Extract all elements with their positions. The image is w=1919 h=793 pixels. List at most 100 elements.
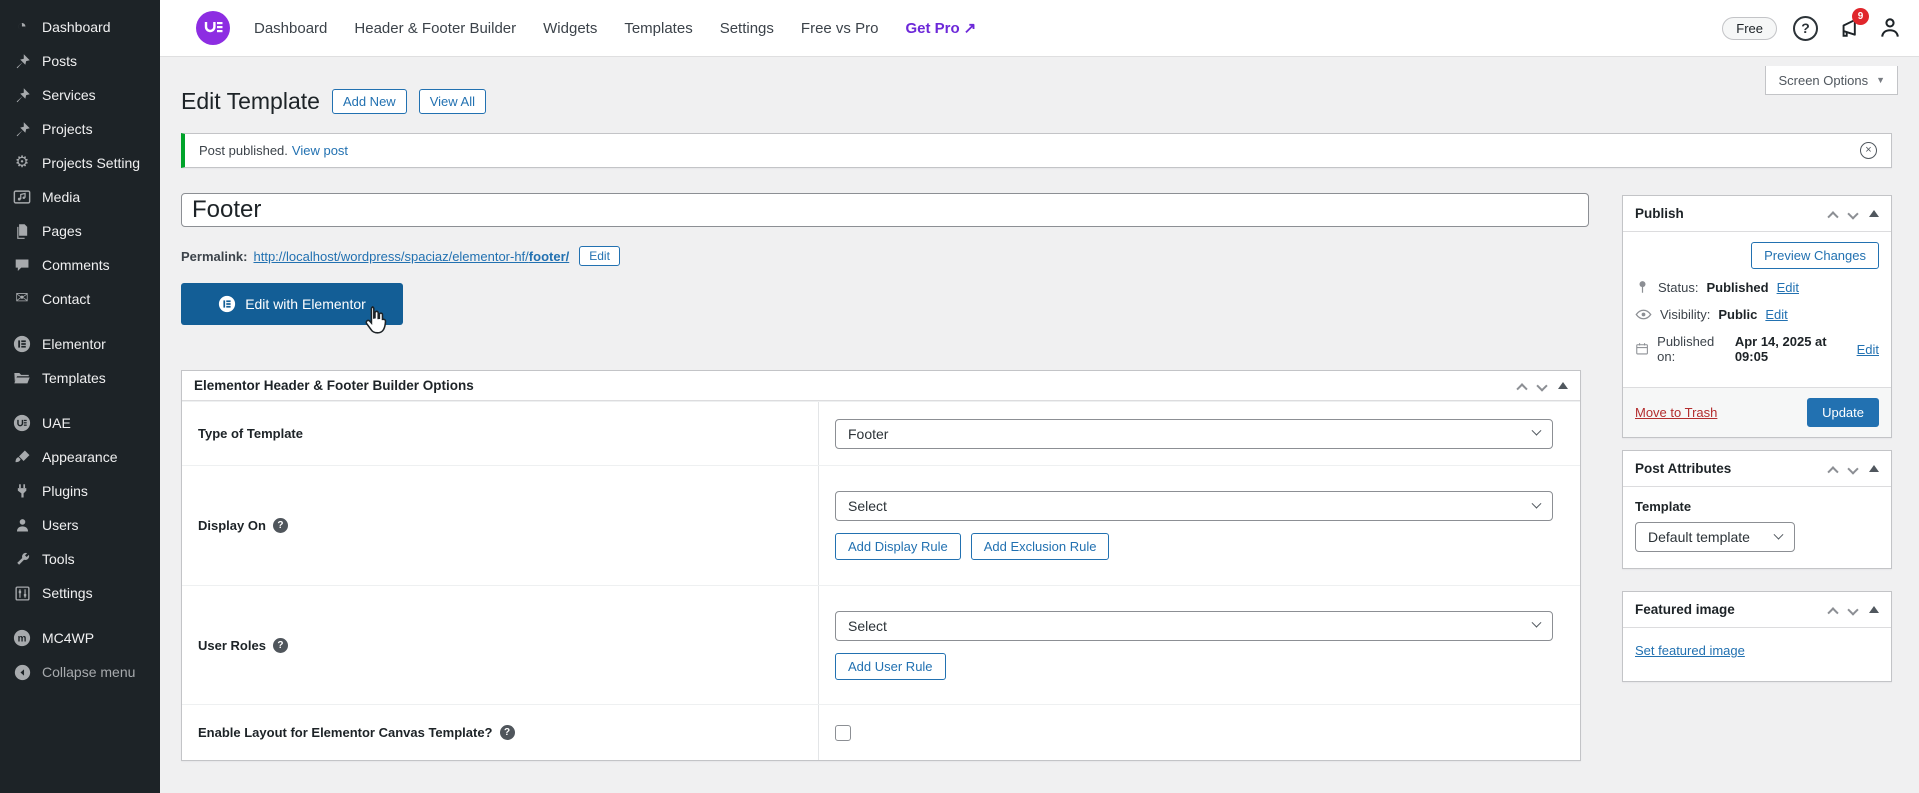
published-on-row: Published on: Apr 14, 2025 at 09:05 Edit	[1635, 334, 1879, 364]
account-icon[interactable]	[1877, 15, 1903, 41]
view-all-button[interactable]: View All	[419, 89, 486, 114]
status-value: Published	[1706, 280, 1768, 295]
publish-box-title: Publish	[1635, 206, 1684, 221]
publish-actions: Move to Trash Update	[1623, 387, 1891, 437]
help-icon[interactable]: ?	[273, 518, 288, 533]
external-link-icon: ↗	[964, 19, 977, 37]
top-nav: Dashboard Header & Footer Builder Widget…	[254, 19, 976, 37]
help-icon[interactable]: ?	[1793, 16, 1818, 41]
edit-permalink-button[interactable]: Edit	[579, 246, 620, 266]
help-icon[interactable]: ?	[273, 638, 288, 653]
sidebar-item-contact[interactable]: ✉ Contact	[0, 282, 160, 316]
move-down-icon[interactable]	[1847, 463, 1858, 474]
sidebar-item-posts[interactable]: Posts	[0, 44, 160, 78]
sidebar-separator	[0, 316, 160, 327]
hfb-options-metabox: Elementor Header & Footer Builder Option…	[181, 370, 1581, 761]
preview-changes-button[interactable]: Preview Changes	[1751, 242, 1879, 269]
set-featured-image-link[interactable]: Set featured image	[1635, 643, 1745, 658]
post-title-input[interactable]	[181, 193, 1589, 227]
visibility-row: Visibility: Public Edit	[1635, 306, 1879, 323]
top-nav-templates[interactable]: Templates	[624, 20, 692, 37]
edit-published-link[interactable]: Edit	[1857, 342, 1879, 357]
elementor-icon	[12, 334, 32, 354]
add-exclusion-rule-button[interactable]: Add Exclusion Rule	[971, 533, 1110, 560]
help-icon[interactable]: ?	[500, 725, 515, 740]
toggle-panel-icon[interactable]	[1869, 465, 1879, 472]
sidebar-item-comments[interactable]: Comments	[0, 248, 160, 282]
publish-box: Publish Preview Changes Status: Publishe…	[1622, 195, 1892, 438]
sidebar-item-tools[interactable]: Tools	[0, 542, 160, 576]
field-label: Enable Layout for Elementor Canvas Templ…	[198, 725, 493, 740]
gear-icon: ⚙	[12, 153, 32, 173]
move-up-icon[interactable]	[1827, 211, 1838, 222]
sidebar-item-users[interactable]: Users	[0, 508, 160, 542]
template-label: Template	[1635, 499, 1879, 514]
top-nav-settings[interactable]: Settings	[720, 20, 774, 37]
sidebar-item-services[interactable]: Services	[0, 78, 160, 112]
add-user-rule-button[interactable]: Add User Rule	[835, 653, 946, 680]
type-of-template-select[interactable]: Footer	[835, 419, 1553, 449]
field-label: User Roles	[198, 638, 266, 653]
move-up-icon[interactable]	[1827, 607, 1838, 618]
sidebar-item-pages[interactable]: Pages	[0, 214, 160, 248]
display-on-select[interactable]: Select	[835, 491, 1553, 521]
user-roles-select[interactable]: Select	[835, 611, 1553, 641]
view-post-link[interactable]: View post	[292, 143, 348, 158]
canvas-template-checkbox[interactable]	[835, 725, 851, 741]
published-value: Apr 14, 2025 at 09:05	[1735, 334, 1849, 364]
toggle-panel-icon[interactable]	[1558, 382, 1568, 389]
sidebar-item-dashboard[interactable]: ◔ Dashboard	[0, 10, 160, 44]
edit-status-link[interactable]: Edit	[1777, 280, 1799, 295]
add-display-rule-button[interactable]: Add Display Rule	[835, 533, 961, 560]
sidebar-item-plugins[interactable]: Plugins	[0, 474, 160, 508]
sidebar-item-projects[interactable]: Projects	[0, 112, 160, 146]
edit-with-elementor-button[interactable]: Edit with Elementor	[181, 283, 403, 325]
permalink-label: Permalink:	[181, 249, 247, 264]
move-down-icon[interactable]	[1847, 208, 1858, 219]
sidebar-item-projects-setting[interactable]: ⚙ Projects Setting	[0, 146, 160, 180]
screen-options-button[interactable]: Screen Options ▼	[1765, 66, 1898, 95]
sidebar-separator	[0, 610, 160, 621]
move-up-icon[interactable]	[1827, 466, 1838, 477]
top-nav-header-footer-builder[interactable]: Header & Footer Builder	[354, 20, 516, 37]
top-bar-right: Free ? 9	[1722, 0, 1903, 56]
user-icon	[12, 515, 32, 535]
plug-icon	[12, 481, 32, 501]
top-nav-widgets[interactable]: Widgets	[543, 20, 597, 37]
move-up-icon[interactable]	[1516, 383, 1527, 394]
sidebar-item-templates[interactable]: Templates	[0, 361, 160, 395]
toggle-panel-icon[interactable]	[1869, 606, 1879, 613]
sidebar-item-settings[interactable]: Settings	[0, 576, 160, 610]
permalink-link[interactable]: http://localhost/wordpress/spaciaz/eleme…	[253, 249, 569, 264]
brush-icon	[12, 447, 32, 467]
pin-icon	[12, 119, 32, 139]
page-template-select[interactable]: Default template	[1635, 522, 1795, 552]
field-label: Display On	[198, 518, 266, 533]
toggle-panel-icon[interactable]	[1869, 210, 1879, 217]
chevron-down-icon	[1532, 618, 1542, 628]
sidebar-item-elementor[interactable]: Elementor	[0, 327, 160, 361]
edit-visibility-link[interactable]: Edit	[1765, 307, 1787, 322]
add-new-button[interactable]: Add New	[332, 89, 407, 114]
pin-icon	[1635, 280, 1650, 295]
pin-icon	[12, 51, 32, 71]
move-down-icon[interactable]	[1536, 380, 1547, 391]
top-nav-dashboard[interactable]: Dashboard	[254, 20, 327, 37]
sidebar-item-mc4wp[interactable]: m MC4WP	[0, 621, 160, 655]
dismiss-notice-icon[interactable]: ×	[1860, 142, 1877, 159]
sidebar-item-uae[interactable]: UAE	[0, 406, 160, 440]
top-nav-free-vs-pro[interactable]: Free vs Pro	[801, 20, 879, 37]
collapse-icon	[12, 662, 32, 682]
comments-icon	[12, 255, 32, 275]
move-down-icon[interactable]	[1847, 604, 1858, 615]
row-display-on: Display On ? Select Add Display Rule Add…	[182, 465, 1580, 585]
sidebar-item-media[interactable]: Media	[0, 180, 160, 214]
get-pro-link[interactable]: Get Pro ↗	[905, 19, 976, 37]
sidebar-item-appearance[interactable]: Appearance	[0, 440, 160, 474]
sidebar-item-collapse-menu[interactable]: Collapse menu	[0, 655, 160, 689]
move-to-trash-link[interactable]: Move to Trash	[1635, 405, 1717, 420]
update-button[interactable]: Update	[1807, 398, 1879, 427]
chevron-down-icon	[1774, 529, 1784, 539]
announcements-button[interactable]: 9	[1834, 15, 1861, 42]
calendar-icon	[1635, 341, 1649, 357]
